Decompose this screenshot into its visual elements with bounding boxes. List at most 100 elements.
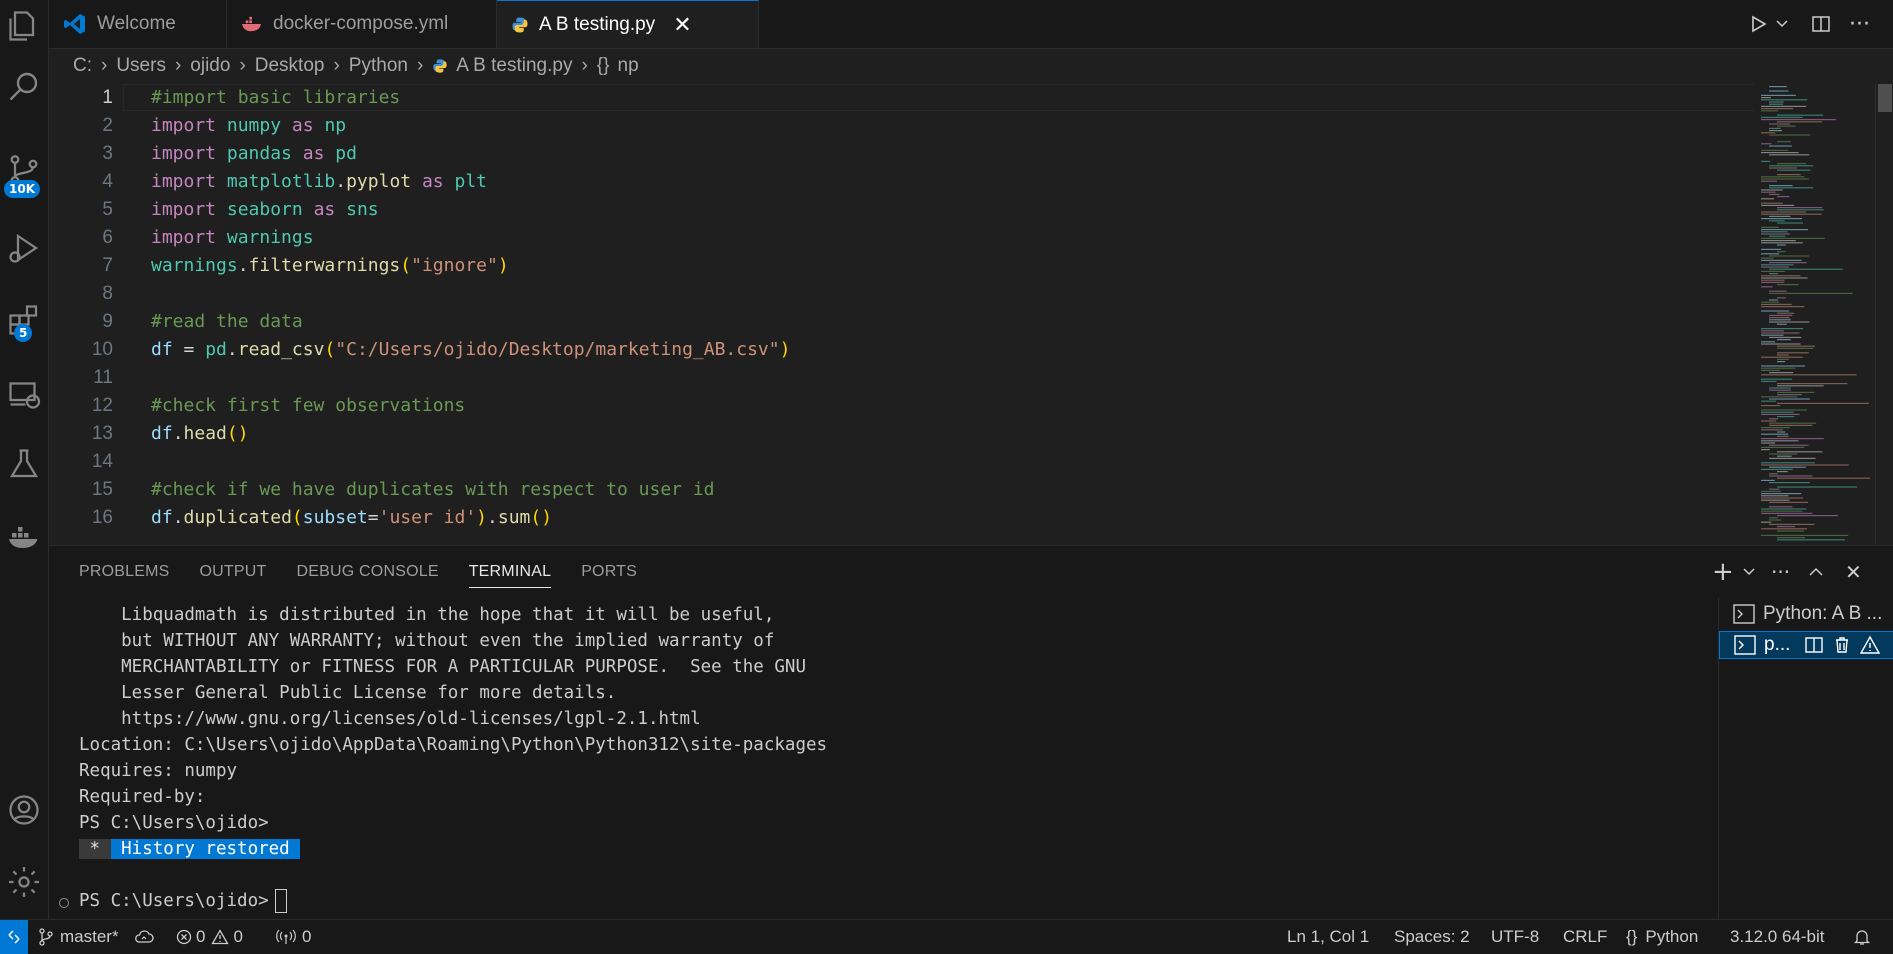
panel-more-actions-icon[interactable]: ···: [1771, 546, 1790, 598]
chevron-down-icon[interactable]: [1775, 17, 1789, 31]
terminal-line: PS C:\Users\ojido>: [79, 813, 269, 833]
ports-status[interactable]: 0: [276, 920, 311, 954]
minimap-preview: [1761, 86, 1870, 541]
tab-welcome[interactable]: Welcome: [49, 0, 227, 48]
chevron-right-icon: ›: [416, 55, 424, 76]
encoding-status[interactable]: UTF-8: [1491, 920, 1539, 954]
remote-explorer-icon[interactable]: [0, 370, 48, 418]
sync-changes-icon[interactable]: [134, 920, 154, 954]
scrollbar-thumb[interactable]: [1878, 84, 1892, 112]
code-line[interactable]: 11: [49, 364, 1754, 392]
minimap[interactable]: [1755, 84, 1875, 544]
account-icon[interactable]: [0, 786, 48, 834]
code-line[interactable]: 10 df = pd.read_csv("C:/Users/ojido/Desk…: [49, 336, 1754, 364]
terminal-list: Python: A B ... p...: [1718, 598, 1893, 920]
code-line[interactable]: 9 #read the data: [49, 308, 1754, 336]
indentation-status[interactable]: Spaces: 2: [1394, 920, 1470, 954]
breadcrumb-item[interactable]: Python: [349, 55, 408, 77]
maximize-panel-icon[interactable]: [1808, 546, 1824, 598]
code-line-text: import warnings: [151, 227, 314, 248]
terminal-prompt-line[interactable]: PS C:\Users\ojido>: [79, 888, 287, 914]
split-terminal-icon[interactable]: [1804, 635, 1824, 655]
line-number: 11: [93, 367, 113, 388]
tab-ports[interactable]: PORTS: [581, 546, 637, 598]
docker-icon[interactable]: [0, 512, 48, 560]
warning-count: 0: [233, 927, 243, 946]
code-line[interactable]: 7 warnings.filterwarnings("ignore"): [49, 252, 1754, 280]
status-bar: master* 0 0 0 Ln 1, Col 1 Spaces: 2 UTF-…: [0, 919, 1893, 954]
new-terminal-button[interactable]: +: [1712, 546, 1734, 598]
line-number: 3: [102, 143, 113, 164]
line-number: 2: [102, 115, 113, 136]
code-line[interactable]: 16 df.duplicated(subset='user id').sum(): [49, 504, 1754, 532]
notifications-bell-icon[interactable]: [1853, 920, 1871, 954]
breadcrumb-item[interactable]: Desktop: [255, 55, 325, 77]
code-line[interactable]: 5 import seaborn as sns: [49, 196, 1754, 224]
language-label: Python: [1645, 927, 1699, 946]
tab-debug-console[interactable]: DEBUG CONSOLE: [297, 546, 439, 598]
code-editor[interactable]: 1 #import basic libraries 2 import numpy…: [49, 84, 1754, 544]
activity-bar: 10K 5: [0, 0, 49, 919]
breadcrumb-item[interactable]: C:: [73, 55, 92, 77]
tab-ab-testing[interactable]: A B testing.py ✕: [497, 0, 759, 48]
search-icon[interactable]: [0, 62, 48, 110]
line-number: 15: [91, 479, 113, 500]
code-line-text: df.duplicated(subset='user id').sum(): [151, 507, 553, 528]
run-debug-icon[interactable]: [0, 224, 48, 272]
code-line[interactable]: 8: [49, 280, 1754, 308]
split-editor-button[interactable]: [1811, 0, 1831, 48]
code-line[interactable]: 4 import matplotlib.pyplot as plt: [49, 168, 1754, 196]
code-line[interactable]: 13 df.head(): [49, 420, 1754, 448]
terminal-entry-python[interactable]: Python: A B ...: [1719, 600, 1893, 628]
code-line[interactable]: 14: [49, 448, 1754, 476]
eol-status[interactable]: CRLF: [1563, 920, 1607, 954]
cursor-position[interactable]: Ln 1, Col 1: [1287, 920, 1369, 954]
branch-status[interactable]: master*: [38, 920, 119, 954]
more-actions-icon[interactable]: ···: [1849, 0, 1870, 48]
tab-output[interactable]: OUTPUT: [200, 546, 267, 598]
close-tab-icon[interactable]: ✕: [673, 12, 691, 38]
terminal-line: Libquadmath is distributed in the hope t…: [79, 605, 775, 625]
run-python-file-button[interactable]: [1749, 0, 1789, 48]
error-icon: [176, 929, 192, 945]
vscode-logo-icon: [63, 12, 87, 36]
code-line[interactable]: 3 import pandas as pd: [49, 140, 1754, 168]
warning-icon[interactable]: [1860, 635, 1880, 655]
terminal-output[interactable]: Libquadmath is distributed in the hope t…: [79, 602, 1719, 913]
command-decoration-icon[interactable]: [59, 898, 69, 908]
line-number: 12: [91, 395, 113, 416]
terminal-line: https://www.gnu.org/licenses/old-license…: [79, 709, 701, 729]
code-line[interactable]: 6 import warnings: [49, 224, 1754, 252]
tab-label: Welcome: [97, 13, 176, 34]
editor-scrollbar[interactable]: [1875, 84, 1893, 544]
remote-indicator[interactable]: [0, 920, 28, 954]
code-line[interactable]: 15 #check if we have duplicates with res…: [49, 476, 1754, 504]
terminal-line: Requires: numpy: [79, 761, 238, 781]
tab-label: A B testing.py: [539, 13, 656, 35]
breadcrumb-item[interactable]: Users: [116, 55, 166, 77]
testing-icon[interactable]: [0, 440, 48, 488]
terminal-icon: [1733, 604, 1755, 624]
tab-docker-compose[interactable]: docker-compose.yml: [227, 0, 497, 48]
breadcrumb-item[interactable]: ojido: [190, 55, 230, 77]
braces-icon: {}: [1626, 927, 1638, 946]
trash-icon[interactable]: [1832, 635, 1852, 655]
code-line[interactable]: 1 #import basic libraries: [49, 84, 1754, 112]
split-editor-icon: [1812, 16, 1830, 32]
tab-terminal[interactable]: TERMINAL: [468, 546, 552, 598]
manage-gear-icon[interactable]: [0, 858, 48, 906]
code-line[interactable]: 2 import numpy as np: [49, 112, 1754, 140]
terminal-entry-powershell[interactable]: p...: [1719, 631, 1893, 659]
chevron-right-icon: ›: [333, 55, 340, 76]
explorer-icon[interactable]: [0, 2, 48, 50]
terminal-profile-dropdown[interactable]: [1742, 546, 1756, 598]
python-interpreter[interactable]: 3.12.0 64-bit: [1730, 920, 1825, 954]
problems-status[interactable]: 0 0: [176, 920, 243, 954]
breadcrumb-item[interactable]: np: [618, 55, 639, 77]
code-line[interactable]: 12 #check first few observations: [49, 392, 1754, 420]
tab-problems[interactable]: PROBLEMS: [79, 546, 170, 598]
language-mode[interactable]: {} Python: [1626, 920, 1698, 954]
close-panel-icon[interactable]: ✕: [1845, 546, 1862, 598]
git-branch-icon: [39, 928, 53, 946]
breadcrumb-item[interactable]: A B testing.py: [456, 55, 572, 77]
